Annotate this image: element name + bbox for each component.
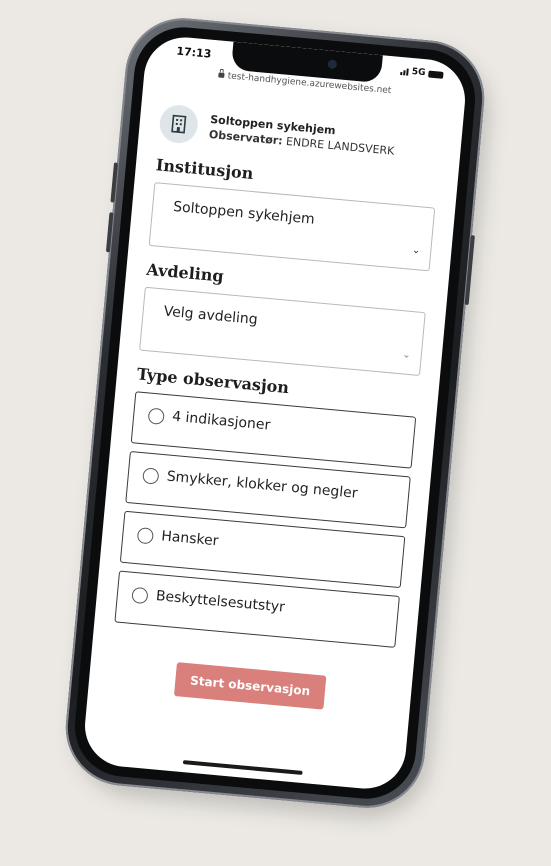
radio-circle-icon[interactable]: [131, 586, 149, 605]
chevron-down-icon: ⌄: [401, 349, 412, 362]
network-status: 5G: [400, 66, 444, 80]
institution-selected-value: Soltoppen sykehjem: [172, 198, 316, 228]
phone-screen: 17:13 5G test-handhygiene.azurewebsites.…: [81, 33, 469, 793]
radio-option-label: Hansker: [160, 528, 220, 550]
institution-header: Soltoppen sykehjem Observatør: ENDRE LAN…: [158, 103, 442, 166]
chevron-down-icon: ⌄: [411, 244, 421, 257]
department-placeholder: Velg avdeling: [163, 303, 259, 329]
radio-option-label: Smykker, klokker og negler: [166, 468, 359, 502]
phone-device: 17:13 5G test-handhygiene.azurewebsites.…: [60, 13, 495, 824]
radio-option-label: Beskyttelsesutstyr: [155, 587, 286, 616]
radio-circle-icon[interactable]: [136, 527, 155, 545]
photo-background: 17:13 5G test-handhygiene.azurewebsites.…: [0, 0, 551, 866]
status-time: 17:13: [175, 44, 212, 61]
page-content: Soltoppen sykehjem Observatør: ENDRE LAN…: [108, 103, 442, 715]
network-type: 5G: [411, 67, 426, 79]
start-observation-button[interactable]: Start observasjon: [173, 662, 327, 710]
radio-option-label: 4 indikasjoner: [171, 408, 271, 434]
home-indicator: [182, 760, 303, 775]
lock-icon: [218, 72, 225, 79]
camera-icon: [327, 59, 338, 70]
radio-circle-icon[interactable]: [142, 467, 160, 485]
radio-circle-icon[interactable]: [147, 407, 165, 425]
institution-info: Soltoppen sykehjem Observatør: ENDRE LAN…: [208, 113, 396, 158]
battery-icon: [428, 70, 444, 79]
signal-icon: [400, 67, 410, 76]
building-icon: [158, 103, 200, 145]
